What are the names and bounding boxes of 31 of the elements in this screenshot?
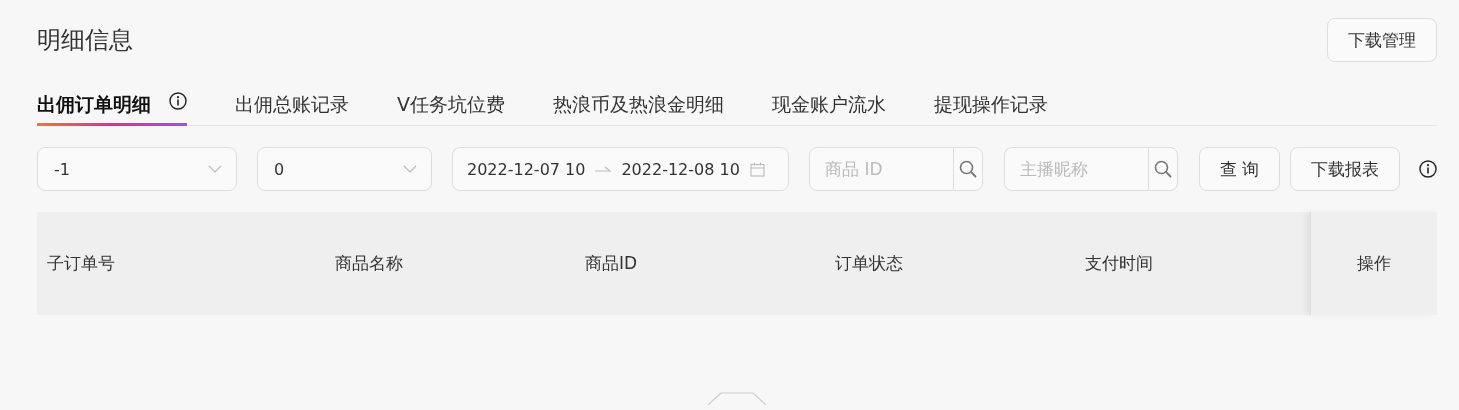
- download-report-button[interactable]: 下载报表: [1290, 147, 1400, 191]
- tab[interactable]: 热浪币及热浪金明细: [553, 88, 724, 125]
- search-field[interactable]: 商品 ID: [809, 147, 983, 191]
- tab[interactable]: 出佣总账记录: [235, 88, 349, 125]
- column-header: 商品ID: [585, 253, 638, 273]
- tab[interactable]: V任务坑位费: [397, 88, 505, 125]
- column-header: 订单状态: [835, 253, 903, 273]
- date-range-field[interactable]: 2022-12-07 10 2022-12-08 10: [452, 147, 789, 191]
- product-id-field[interactable]: 商品 ID: [810, 148, 953, 190]
- empty-box-icon: [707, 392, 767, 405]
- tab[interactable]: 提现操作记录: [934, 88, 1048, 125]
- calendar-icon: [749, 161, 765, 177]
- search-icon: [959, 160, 977, 178]
- info-icon: [169, 92, 187, 110]
- column-header: 操作: [1357, 252, 1391, 275]
- search-field[interactable]: 主播昵称: [1004, 147, 1178, 191]
- select-field[interactable]: -1: [37, 147, 237, 191]
- column-header: 商品名称: [335, 253, 403, 273]
- column-header: 子订单号: [47, 253, 115, 273]
- page-title: 明细信息: [37, 25, 133, 56]
- query-button[interactable]: 查 询: [1199, 147, 1280, 191]
- tab[interactable]: 现金账户流水: [772, 88, 886, 125]
- select-field[interactable]: 0: [257, 147, 432, 191]
- chevron-down-icon: [208, 165, 222, 173]
- info-icon: [1419, 160, 1437, 178]
- download-manager-button[interactable]: 下载管理: [1327, 18, 1437, 62]
- tab[interactable]: 出佣订单明细: [37, 88, 187, 125]
- search-icon: [1154, 160, 1172, 178]
- anchor-name-field[interactable]: 主播昵称: [1005, 148, 1148, 190]
- chevron-down-icon: [403, 165, 417, 173]
- column-header: 支付时间: [1085, 253, 1153, 273]
